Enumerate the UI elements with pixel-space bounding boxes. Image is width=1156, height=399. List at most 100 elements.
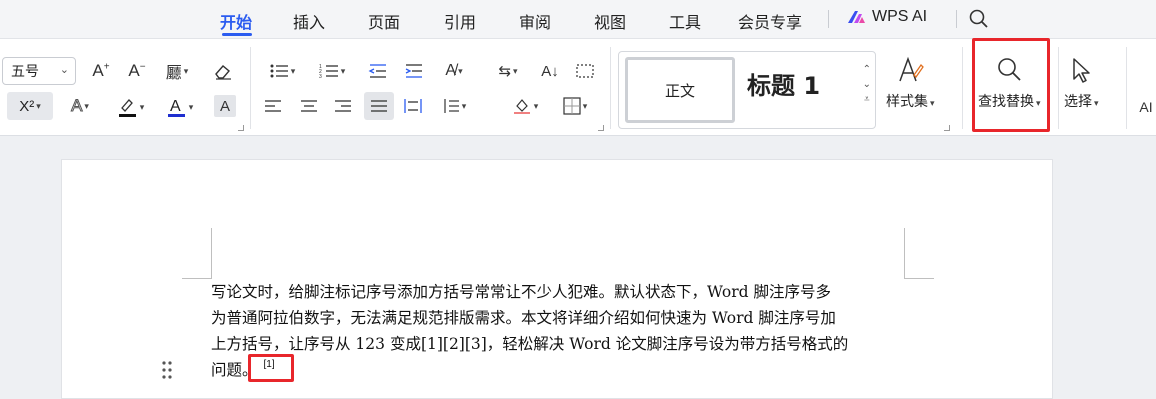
text-direction-icon: A̸ bbox=[445, 62, 457, 79]
tab-member[interactable]: 会员专享 bbox=[738, 9, 802, 33]
expand-gallery-icon[interactable]: ⩡ bbox=[863, 92, 871, 107]
grow-font-icon: A+ bbox=[92, 61, 110, 80]
tab-view[interactable]: 视图 bbox=[594, 9, 626, 33]
chevron-down-icon: ⌄ bbox=[59, 64, 69, 76]
decrease-indent-button[interactable] bbox=[366, 59, 390, 83]
paint-bucket-icon bbox=[513, 99, 530, 114]
font-color-button[interactable]: A ▾ bbox=[160, 94, 198, 120]
shading-button[interactable]: ▾ bbox=[506, 95, 544, 117]
increase-indent-button[interactable] bbox=[402, 59, 426, 83]
chevron-down-icon: ▾ bbox=[139, 101, 145, 112]
show-marks-button[interactable] bbox=[572, 59, 598, 83]
paragraph-line: 问题。 [1] bbox=[211, 357, 911, 386]
menu-divider bbox=[956, 10, 957, 28]
font-size-select[interactable]: 五号 ⌄ bbox=[2, 57, 76, 85]
numbered-list-icon: 123 bbox=[319, 64, 338, 79]
menu-bar: 开始 插入 页面 引用 审阅 视图 工具 会员专享 WPS AI bbox=[0, 0, 1156, 38]
style-set-button[interactable]: 样式集 ▾ bbox=[886, 55, 935, 111]
borders-button[interactable]: ▾ bbox=[556, 95, 594, 117]
chevron-down-icon[interactable]: ⌄ bbox=[863, 77, 871, 92]
distribute-icon bbox=[404, 99, 422, 113]
line-spacing-icon bbox=[444, 99, 459, 113]
shrink-font-icon: A− bbox=[128, 61, 146, 80]
paragraph-line: 写论文时，给脚注标记序号添加方括号常常让不少人犯难。默认状态下，Word 脚注序… bbox=[211, 279, 911, 305]
drag-handle-icon[interactable] bbox=[160, 360, 174, 380]
cursor-arrow-icon bbox=[1073, 58, 1091, 83]
align-center-button[interactable] bbox=[298, 95, 320, 117]
select-button[interactable]: 选择 ▾ bbox=[1064, 55, 1099, 111]
justify-icon bbox=[371, 100, 387, 112]
font-dialog-launcher[interactable] bbox=[238, 125, 244, 131]
font-size-value: 五号 bbox=[11, 63, 39, 79]
highlighter-icon bbox=[118, 99, 136, 117]
outdent-icon bbox=[368, 64, 386, 78]
text-effect-icon: A bbox=[71, 96, 83, 116]
text-effect-button[interactable]: A ▾ bbox=[62, 94, 98, 118]
style-normal[interactable]: 正文 bbox=[625, 57, 735, 123]
menu-divider bbox=[828, 10, 829, 28]
tab-review[interactable]: 审阅 bbox=[519, 9, 551, 33]
sort-icon: A↓ bbox=[541, 62, 559, 80]
style-set-icon bbox=[899, 56, 925, 82]
wps-ai-button[interactable]: WPS AI bbox=[846, 8, 927, 26]
paragraph-dialog-launcher[interactable] bbox=[598, 125, 604, 131]
chinese-layout-button[interactable]: ⇆ ▾ bbox=[490, 59, 526, 83]
align-left-button[interactable] bbox=[262, 95, 284, 117]
text-direction-button[interactable]: A̸ ▾ bbox=[436, 59, 472, 83]
numbering-button[interactable]: 1 2 3 ▾ bbox=[314, 59, 350, 83]
superscript-button[interactable]: X² ▾ bbox=[7, 92, 53, 120]
tab-page[interactable]: 页面 bbox=[368, 9, 400, 33]
chevron-down-icon: ▾ bbox=[930, 98, 935, 108]
chevron-up-icon[interactable]: ⌃ bbox=[863, 62, 871, 77]
tab-home[interactable]: 开始 bbox=[220, 9, 252, 33]
styles-dialog-launcher[interactable] bbox=[944, 125, 950, 131]
justify-button[interactable] bbox=[364, 92, 394, 120]
ai-button[interactable]: AI bbox=[1136, 97, 1156, 117]
paragraph-line-text: 写论文时，给脚注标记序号添加方括号常常让不少人犯难。默认状态下，Word 脚注序… bbox=[211, 283, 831, 301]
phonetic-guide-icon: 㕔 bbox=[165, 65, 182, 82]
group-divider bbox=[962, 47, 963, 129]
borders-icon bbox=[563, 97, 581, 115]
bullets-button[interactable]: ▾ bbox=[264, 59, 300, 83]
clear-format-button[interactable] bbox=[210, 59, 236, 83]
active-tab-indicator bbox=[222, 33, 252, 36]
wps-ai-label: WPS AI bbox=[872, 8, 928, 25]
phonetic-guide-button[interactable]: 㕔 ▾ bbox=[160, 59, 194, 83]
paragraph-line: 为普通阿拉伯数字，无法满足规范排版需求。本文将详细介绍如何快速为 Word 脚注… bbox=[211, 305, 911, 331]
bullets-icon bbox=[270, 64, 288, 78]
font-color-icon: A bbox=[167, 98, 185, 117]
chinese-layout-icon: ⇆ bbox=[498, 63, 512, 80]
grow-font-button[interactable]: A+ bbox=[88, 59, 114, 83]
chevron-down-icon: ▾ bbox=[84, 100, 89, 111]
wps-ai-logo-icon bbox=[848, 11, 865, 23]
char-shading-icon: A bbox=[219, 97, 230, 115]
styles-gallery: 正文 标题 1 ⌃ ⌄ ⩡ bbox=[618, 51, 876, 129]
chevron-down-icon: ▾ bbox=[513, 65, 518, 76]
chevron-down-icon: ▾ bbox=[533, 100, 539, 111]
distribute-button[interactable] bbox=[402, 95, 424, 117]
sort-button[interactable]: A↓ bbox=[538, 59, 562, 83]
superscript-label: X² bbox=[19, 97, 35, 115]
highlight-color-button[interactable]: ▾ bbox=[110, 94, 150, 120]
document-paragraph[interactable]: 写论文时，给脚注标记序号添加方括号常常让不少人犯难。默认状态下，Word 脚注序… bbox=[211, 279, 911, 386]
svg-text:A: A bbox=[170, 98, 181, 115]
align-right-button[interactable] bbox=[332, 95, 354, 117]
group-divider bbox=[250, 47, 251, 129]
chevron-down-icon: ▾ bbox=[183, 65, 189, 76]
svg-text:3: 3 bbox=[319, 74, 322, 79]
tab-references[interactable]: 引用 bbox=[444, 9, 476, 33]
shrink-font-button[interactable]: A− bbox=[124, 59, 150, 83]
crop-mark-right bbox=[904, 228, 934, 279]
tab-tools[interactable]: 工具 bbox=[669, 9, 701, 33]
char-shading-button[interactable]: A bbox=[214, 95, 236, 117]
select-label: 选择 bbox=[1064, 93, 1092, 109]
line-spacing-button[interactable]: ▾ bbox=[436, 95, 472, 117]
gallery-scroll[interactable]: ⌃ ⌄ ⩡ bbox=[863, 62, 871, 107]
chevron-down-icon: ▾ bbox=[461, 100, 467, 111]
style-heading-1[interactable]: 标题 1 bbox=[747, 66, 820, 101]
search-icon[interactable] bbox=[968, 8, 990, 30]
indent-icon bbox=[405, 64, 422, 78]
tab-insert[interactable]: 插入 bbox=[293, 9, 325, 33]
paragraph-line-text: 上方括号，让序号从 123 变成[1][2][3]，轻松解决 Word 论文脚注… bbox=[211, 335, 849, 353]
chevron-down-icon: ▾ bbox=[340, 65, 346, 76]
